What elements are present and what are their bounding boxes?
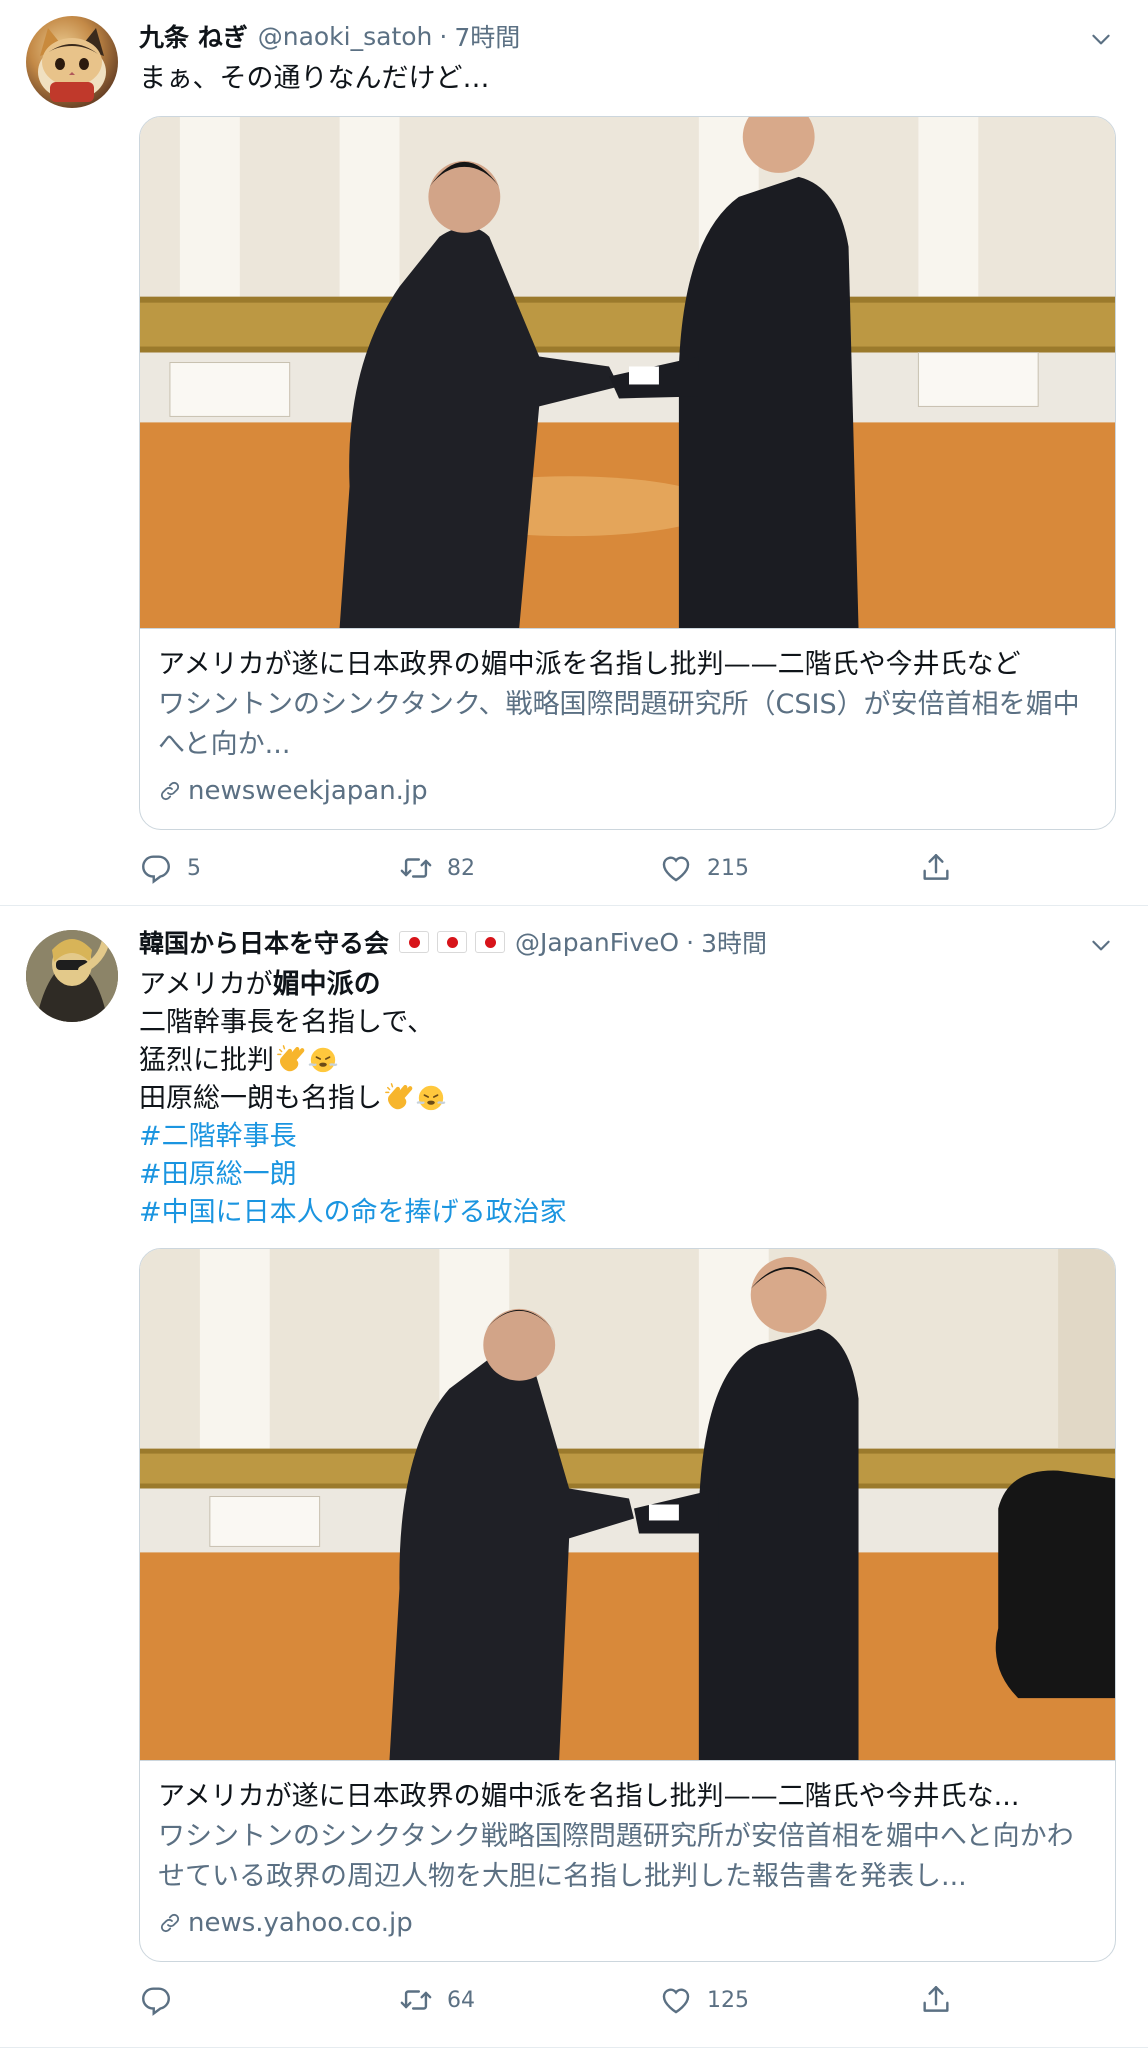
retweet-icon: [399, 1983, 433, 2017]
link-icon: [158, 779, 182, 803]
link-card[interactable]: アメリカが遂に日本政界の媚中派を名指し批判——二階氏や今井氏な... ワシントン…: [139, 1248, 1116, 1962]
retweet-button[interactable]: 64: [399, 1983, 659, 2017]
reply-icon: [139, 851, 173, 885]
handle[interactable]: @naoki_satoh: [258, 22, 433, 51]
card-title: アメリカが遂に日本政界の媚中派を名指し批判——二階氏や今井氏など: [158, 649, 1021, 680]
card-domain: news.yahoo.co.jp: [158, 1905, 1097, 1941]
hashtag-link[interactable]: #二階幹事長: [139, 1118, 1118, 1156]
retweet-button[interactable]: 82: [399, 851, 659, 885]
share-icon: [919, 851, 953, 885]
card-image: [140, 117, 1115, 629]
card-domain: newsweekjapan.jp: [158, 773, 1097, 809]
like-count: 215: [707, 855, 749, 881]
share-button[interactable]: [919, 1983, 953, 2017]
hashtag-link[interactable]: #中国に日本人の命を捧げる政治家: [139, 1194, 1118, 1232]
display-name[interactable]: 韓国から日本を守る会: [139, 924, 389, 960]
avatar[interactable]: [26, 16, 118, 108]
tweet-text: アメリカが媚中派の 二階幹事長を名指しで、 猛烈に批判 田原総一朗も名指し #二…: [139, 966, 1118, 1232]
tweet-text-line: まぁ、その通りなんだけど…: [139, 63, 490, 94]
like-count: 125: [707, 1987, 749, 2013]
text-segment: 猛烈に批判: [139, 1045, 274, 1076]
tweet-text-line: 田原総一朗も名指し: [139, 1080, 1118, 1118]
clap-emoji-icon: [384, 1082, 414, 1112]
tweet-text-line: アメリカが媚中派の: [139, 966, 1118, 1004]
japan-flag-icon: [475, 931, 506, 953]
text-bold-segment: 媚中派の: [272, 969, 381, 1000]
card-domain-text: newsweekjapan.jp: [188, 776, 428, 806]
display-name[interactable]: 九条 ねぎ: [139, 18, 248, 54]
card-title: アメリカが遂に日本政界の媚中派を名指し批判——二階氏や今井氏な...: [158, 1781, 1020, 1812]
tweet-actions: 64 125: [139, 1980, 979, 2020]
reply-button[interactable]: 5: [139, 851, 399, 885]
card-image: [140, 1249, 1115, 1761]
like-icon: [659, 851, 693, 885]
tweet-header: 九条 ねぎ @naoki_satoh · 7時間: [139, 14, 1118, 58]
japan-flag-icon: [399, 931, 430, 953]
like-icon: [659, 1983, 693, 2017]
tweet-text-line: 猛烈に批判: [139, 1042, 1118, 1080]
reply-button[interactable]: [139, 1983, 399, 2017]
caret-down-icon[interactable]: [1088, 932, 1114, 958]
link-card[interactable]: アメリカが遂に日本政界の媚中派を名指し批判——二階氏や今井氏など ワシントンのシ…: [139, 116, 1116, 830]
tweet-text: まぁ、その通りなんだけど…: [139, 60, 1118, 98]
tweet[interactable]: 九条 ねぎ @naoki_satoh · 7時間 まぁ、その通りなんだけど… ア…: [0, 0, 1148, 906]
card-body: アメリカが遂に日本政界の媚中派を名指し批判——二階氏や今井氏など ワシントンのシ…: [140, 629, 1115, 809]
separator: ·: [686, 927, 695, 957]
retweet-count: 64: [447, 1987, 475, 2013]
timeline: 九条 ねぎ @naoki_satoh · 7時間 まぁ、その通りなんだけど… ア…: [0, 0, 1148, 2048]
steam-face-emoji-icon: [416, 1082, 446, 1112]
tweet[interactable]: 韓国から日本を守る会 @JapanFiveO · 3時間 アメリカが媚中派の 二…: [0, 906, 1148, 2048]
card-domain-text: news.yahoo.co.jp: [188, 1908, 413, 1938]
reply-icon: [139, 1983, 173, 2017]
card-description: ワシントンのシンクタンク戦略国際問題研究所が安倍首相を媚中へと向かわせている政界…: [158, 1821, 1074, 1892]
share-icon: [919, 1983, 953, 2017]
share-button[interactable]: [919, 851, 953, 885]
link-icon: [158, 1911, 182, 1935]
hashtag-link[interactable]: #田原総一朗: [139, 1156, 1118, 1194]
handle[interactable]: @JapanFiveO: [515, 928, 679, 957]
retweet-count: 82: [447, 855, 475, 881]
caret-down-icon[interactable]: [1088, 26, 1114, 52]
display-name-flags: [399, 931, 506, 953]
tweet-header: 韓国から日本を守る会 @JapanFiveO · 3時間: [139, 920, 1118, 964]
separator: ·: [439, 21, 448, 51]
timestamp[interactable]: 7時間: [454, 18, 520, 54]
japan-flag-icon: [437, 931, 468, 953]
tweet-text-line: 二階幹事長を名指しで、: [139, 1007, 435, 1038]
tweet-content: 九条 ねぎ @naoki_satoh · 7時間 まぁ、その通りなんだけど…: [139, 14, 1118, 98]
retweet-icon: [399, 851, 433, 885]
tweet-actions: 5 82 215: [139, 848, 979, 888]
card-body: アメリカが遂に日本政界の媚中派を名指し批判——二階氏や今井氏な... ワシントン…: [140, 1761, 1115, 1941]
avatar[interactable]: [26, 930, 118, 1022]
tweet-content: 韓国から日本を守る会 @JapanFiveO · 3時間 アメリカが媚中派の 二…: [139, 920, 1118, 1232]
like-button[interactable]: 125: [659, 1983, 919, 2017]
text-segment: アメリカが: [139, 969, 273, 1000]
card-description: ワシントンのシンクタンク、戦略国際問題研究所（CSIS）が安倍首相を媚中へと向か…: [158, 689, 1080, 760]
text-segment: 田原総一朗も名指し: [139, 1083, 382, 1114]
like-button[interactable]: 215: [659, 851, 919, 885]
timestamp[interactable]: 3時間: [701, 924, 767, 960]
steam-face-emoji-icon: [308, 1044, 338, 1074]
reply-count: 5: [187, 855, 201, 881]
clap-emoji-icon: [276, 1044, 306, 1074]
